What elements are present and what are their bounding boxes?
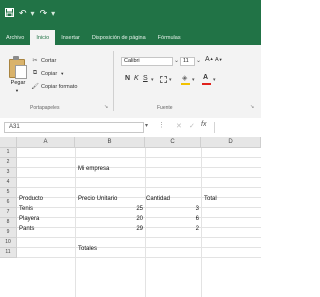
name-box[interactable]: A31: [4, 122, 144, 133]
column-header-d[interactable]: D: [201, 137, 261, 148]
undo-dropdown-icon[interactable]: ▾: [31, 9, 35, 18]
fill-color-swatch: [181, 83, 190, 85]
copy-button[interactable]: ⧉ Copiar ▼: [31, 69, 64, 78]
group-divider: [113, 51, 114, 111]
dialog-launcher-icon[interactable]: ↘: [104, 104, 108, 110]
format-painter-label: Copiar formato: [41, 83, 78, 90]
cell-c8[interactable]: 2: [146, 224, 199, 234]
increase-font-icon[interactable]: A▲: [205, 56, 214, 63]
cell-b10[interactable]: Totales: [78, 244, 144, 254]
cell-d5[interactable]: Total: [204, 194, 259, 204]
copy-icon: ⧉: [32, 70, 38, 76]
cell-a7[interactable]: Playera: [19, 214, 74, 224]
font-color-swatch: [202, 83, 211, 85]
borders-icon[interactable]: [160, 76, 167, 83]
decrease-font-icon[interactable]: A▼: [215, 57, 223, 63]
tab-insertar[interactable]: Insertar: [55, 30, 86, 45]
ribbon-tabs: Archivo Inicio Insertar Disposición de p…: [0, 26, 261, 45]
row-header[interactable]: 4: [0, 178, 17, 188]
formula-input[interactable]: [214, 122, 262, 133]
tab-disposicion-pagina[interactable]: Disposición de página: [86, 30, 152, 45]
select-all-corner[interactable]: [0, 137, 17, 148]
font-group-label: Fuente: [157, 105, 173, 111]
row-header[interactable]: 3: [0, 168, 17, 178]
format-painter-button[interactable]: 🖌 Copiar formato: [31, 82, 77, 91]
chevron-down-icon[interactable]: ▾: [213, 77, 216, 83]
cut-button[interactable]: ✂ Cortar: [31, 56, 56, 65]
cell-a8[interactable]: Pants: [19, 224, 74, 234]
tab-inicio[interactable]: Inicio: [30, 30, 56, 45]
row-header[interactable]: 5: [0, 188, 17, 198]
scissors-icon: ✂: [32, 58, 38, 64]
row-header[interactable]: 6: [0, 198, 17, 208]
row-header[interactable]: 8: [0, 218, 17, 228]
font-color-icon[interactable]: A: [203, 74, 208, 81]
cell-c6[interactable]: 3: [146, 204, 199, 214]
row-header[interactable]: 11: [0, 248, 17, 258]
more-icon[interactable]: ⋮: [158, 121, 165, 129]
clipboard-group-label: Portapapeles: [30, 105, 60, 111]
cell-b8[interactable]: 29: [76, 224, 143, 234]
cancel-icon[interactable]: ✕: [176, 122, 182, 130]
copy-label: Copiar: [41, 70, 58, 77]
chevron-down-icon[interactable]: ⌄: [196, 57, 201, 64]
spreadsheet-grid[interactable]: A B C D 1 2 3 4 5 6 7 8 9 10 11 Mi empre…: [0, 137, 261, 297]
tab-archivo[interactable]: Archivo: [0, 30, 30, 45]
tab-formulas[interactable]: Fórmulas: [152, 30, 187, 45]
italic-button[interactable]: K: [134, 75, 139, 82]
chevron-down-icon[interactable]: ▼: [60, 71, 64, 76]
formula-bar: A31 ▾ ⋮ ✕ ✓ fx: [0, 118, 261, 138]
chevron-down-icon[interactable]: ⌄: [174, 57, 179, 64]
column-header-c[interactable]: C: [145, 137, 201, 148]
cell-b6[interactable]: 25: [76, 204, 143, 214]
cut-label: Cortar: [41, 57, 57, 64]
cell-a6[interactable]: Tenis: [19, 204, 74, 214]
chevron-down-icon[interactable]: ▾: [192, 77, 195, 83]
column-header-a[interactable]: A: [17, 137, 75, 148]
font-size-select[interactable]: 11: [180, 57, 195, 66]
paintbrush-icon: 🖌: [31, 84, 39, 90]
chevron-down-icon[interactable]: ▼: [15, 88, 19, 93]
chevron-down-icon[interactable]: ▾: [145, 122, 148, 129]
enter-icon[interactable]: ✓: [189, 122, 195, 130]
save-icon[interactable]: [5, 7, 14, 19]
row-header[interactable]: 9: [0, 228, 17, 238]
fill-color-icon[interactable]: ◈: [182, 74, 187, 82]
paste-label: Pegar: [10, 80, 26, 86]
cell-b2[interactable]: Mi empresa: [78, 164, 144, 174]
paste-button[interactable]: Pegar ▼: [6, 55, 28, 97]
row-header[interactable]: 1: [0, 148, 17, 158]
chevron-down-icon[interactable]: ▾: [169, 77, 172, 83]
underline-button[interactable]: S: [143, 75, 148, 82]
cell-a5[interactable]: Producto: [19, 194, 74, 204]
undo-icon[interactable]: ↶: [19, 8, 27, 18]
font-name-select[interactable]: Calibri: [121, 57, 173, 66]
row-header[interactable]: 10: [0, 238, 17, 248]
column-header-b[interactable]: B: [75, 137, 145, 148]
ribbon: Pegar ▼ ✂ Cortar ⧉ Copiar ▼ 🖌 Copiar for…: [0, 45, 261, 119]
cell-c7[interactable]: 6: [146, 214, 199, 224]
bold-button[interactable]: N: [125, 75, 130, 82]
cell-c5[interactable]: Cantidad: [146, 194, 200, 204]
row-header[interactable]: 2: [0, 158, 17, 168]
redo-icon[interactable]: ↷: [40, 8, 48, 18]
row-header[interactable]: 7: [0, 208, 17, 218]
chevron-down-icon[interactable]: ▾: [151, 77, 154, 83]
cell-b7[interactable]: 20: [76, 214, 143, 224]
cell-b5[interactable]: Precio Unitario: [78, 194, 144, 204]
title-bar: ↶ ▾ ↷ ▾: [0, 0, 261, 26]
customize-qat-icon[interactable]: ▾: [51, 9, 55, 18]
dialog-launcher-icon[interactable]: ↘: [250, 104, 254, 110]
insert-function-icon[interactable]: fx: [201, 121, 206, 128]
